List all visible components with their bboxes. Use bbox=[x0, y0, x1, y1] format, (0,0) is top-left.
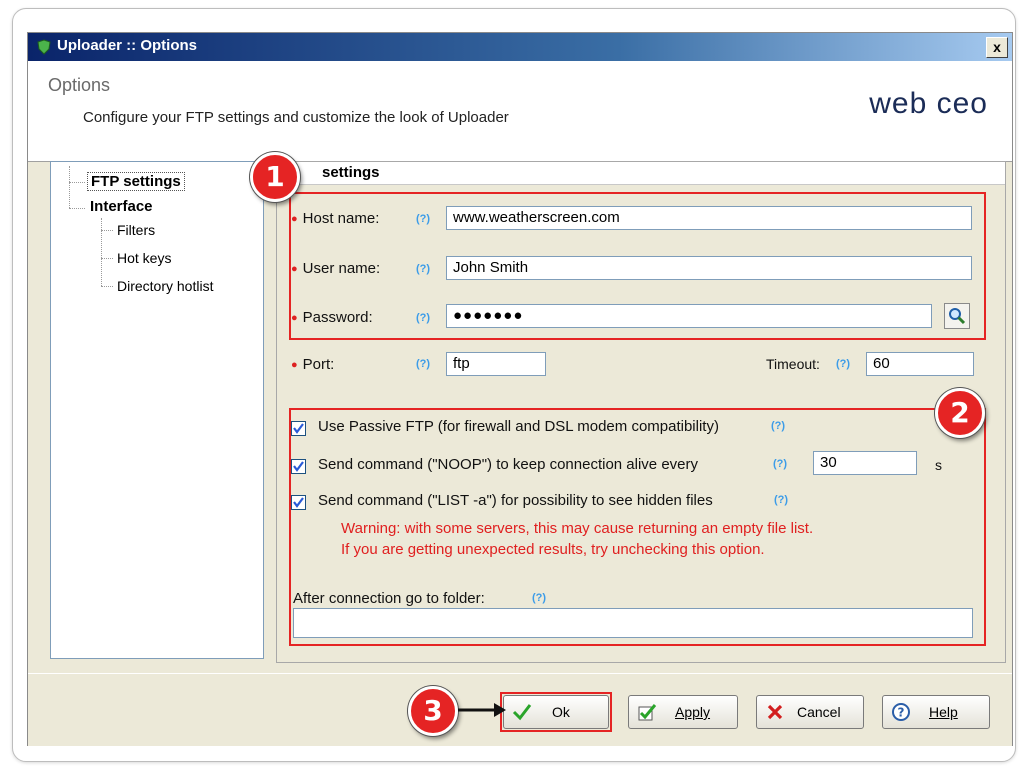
tree-item-ftp-settings[interactable]: FTP settings bbox=[87, 172, 185, 191]
panel-title: settings bbox=[322, 164, 380, 181]
apply-button-label: Apply bbox=[675, 704, 711, 720]
highlight-box-options bbox=[289, 408, 986, 646]
dialog-footer: Ok Apply Cancel ? Help bbox=[28, 673, 1012, 746]
tree-item-filters[interactable]: Filters bbox=[117, 222, 155, 238]
cancel-button[interactable]: Cancel bbox=[756, 695, 864, 729]
timeout-help-icon[interactable]: (?) bbox=[833, 357, 853, 371]
help-button[interactable]: ? Help bbox=[882, 695, 990, 729]
page-title: Options bbox=[48, 75, 111, 95]
tree-item-directory-hotlist[interactable]: Directory hotlist bbox=[117, 278, 213, 294]
panel-header: settings bbox=[277, 162, 1005, 185]
svg-text:?: ? bbox=[898, 706, 905, 720]
ftp-settings-panel: settings ● Host name: (?) www.weatherscre… bbox=[276, 161, 1006, 663]
window-title: Uploader :: Options bbox=[57, 37, 197, 54]
dialog-header: Options Configure your FTP settings and … bbox=[28, 61, 1012, 162]
apply-button[interactable]: Apply bbox=[628, 695, 738, 729]
tree-item-hot-keys[interactable]: Hot keys bbox=[117, 250, 171, 266]
tree-item-interface[interactable]: Interface bbox=[90, 198, 153, 215]
port-help-icon[interactable]: (?) bbox=[413, 357, 433, 371]
question-circle-icon: ? bbox=[892, 703, 910, 721]
title-bar[interactable]: Uploader :: Options x bbox=[28, 33, 1012, 61]
callout-arrow-icon bbox=[458, 703, 506, 717]
callout-badge-3: 3 bbox=[408, 686, 458, 736]
timeout-label: Timeout: bbox=[766, 356, 820, 372]
page-description: Configure your FTP settings and customiz… bbox=[83, 109, 509, 126]
required-marker: ● bbox=[291, 359, 298, 372]
webceo-logo: web ceo bbox=[869, 87, 988, 120]
highlight-box-ok bbox=[500, 692, 612, 732]
port-input[interactable]: ftp bbox=[446, 352, 546, 376]
help-button-label: Help bbox=[929, 704, 958, 720]
apply-check-icon bbox=[638, 704, 657, 721]
cancel-button-label: Cancel bbox=[797, 704, 841, 720]
port-label: ● Port: bbox=[291, 356, 335, 373]
options-dialog: Uploader :: Options x Options Configure … bbox=[27, 32, 1013, 746]
highlight-box-credentials bbox=[289, 192, 986, 340]
callout-badge-2: 2 bbox=[935, 388, 985, 438]
callout-badge-1: 1 bbox=[250, 152, 300, 202]
timeout-input[interactable]: 60 bbox=[866, 352, 974, 376]
red-x-icon bbox=[767, 704, 783, 720]
options-tree: FTP settings Interface Filters Hot keys … bbox=[50, 161, 264, 659]
close-button[interactable]: x bbox=[986, 37, 1008, 58]
app-shield-icon bbox=[37, 39, 51, 55]
